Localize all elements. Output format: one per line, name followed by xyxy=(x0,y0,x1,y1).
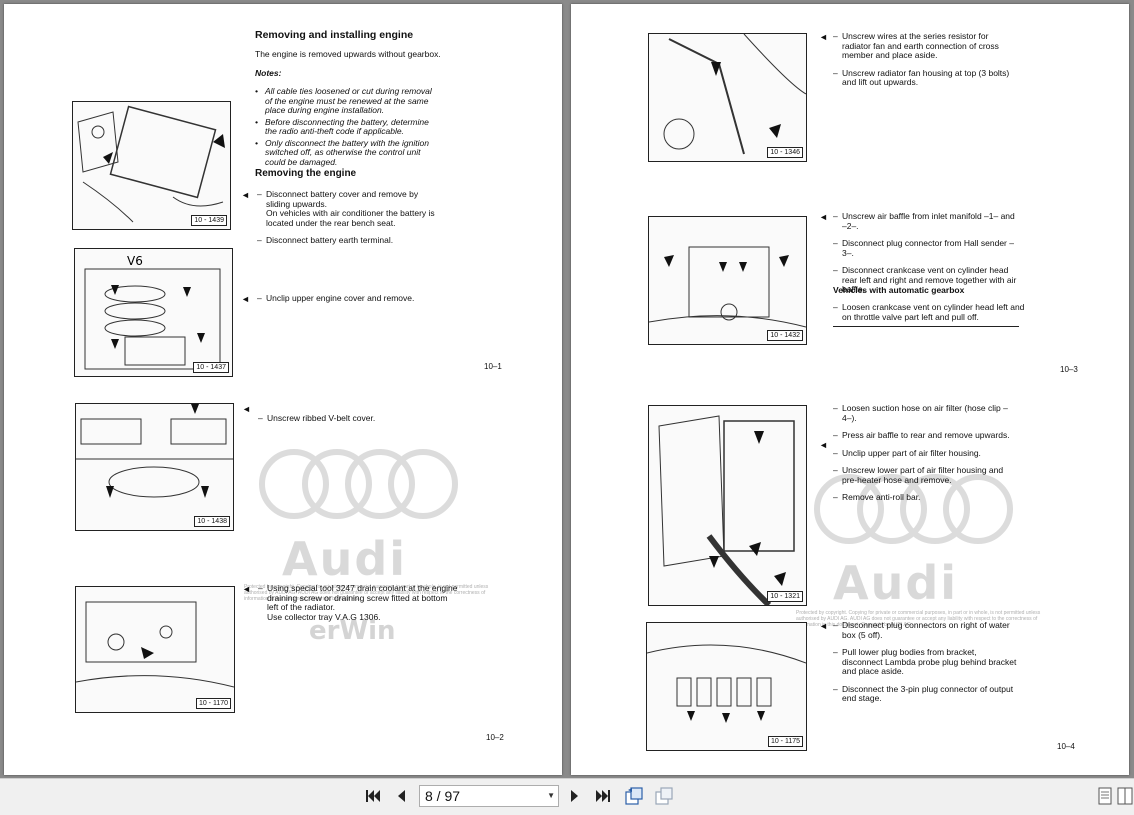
figure-label: 10 - 1439 xyxy=(191,215,227,226)
engine-illustration xyxy=(647,644,806,723)
arrow-icon: ◄ xyxy=(819,212,828,222)
figure-radiator-fan: 10 - 1346 xyxy=(648,33,807,162)
audi-watermark-text: Audi xyxy=(282,532,408,586)
arrow-icon: ◄ xyxy=(819,621,828,631)
step-item: Unclip upper engine cover and remove. xyxy=(257,293,450,304)
figure-label: 10 - 1175 xyxy=(767,736,803,747)
last-page-button[interactable] xyxy=(592,785,614,807)
notes-list: All cable ties loosened or cut during re… xyxy=(255,86,441,169)
arrow-icon: ◄ xyxy=(241,190,250,200)
step-item: Pull lower plug bodies from bracket, dis… xyxy=(833,647,1019,677)
figure-vbelt: 10 - 1438 xyxy=(75,403,234,531)
figure-label: 10 - 1170 xyxy=(195,698,231,709)
two-page-view-button[interactable] xyxy=(1114,785,1134,807)
arrow-icon: ◄ xyxy=(242,404,251,414)
figure-label: 10 - 1346 xyxy=(767,147,803,158)
note-item: All cable ties loosened or cut during re… xyxy=(255,86,441,116)
next-page-icon xyxy=(571,790,578,802)
note-item: Before disconnecting the battery, determ… xyxy=(255,117,441,137)
arrow-icon: ◄ xyxy=(241,294,250,304)
page-number-select[interactable]: 8 / 97 ▼ xyxy=(419,785,559,807)
single-page-view-button[interactable] xyxy=(1094,785,1116,807)
page-number: 10–2 xyxy=(486,733,504,742)
page-indicator: 8 / 97 xyxy=(425,788,461,804)
figure-label: 10 - 1432 xyxy=(767,330,803,341)
divider xyxy=(833,326,1019,327)
step-item: Press air baffle to rear and remove upwa… xyxy=(833,430,1019,441)
intro-text: The engine is removed upwards without ge… xyxy=(255,49,441,59)
step-list-air-filter: Loosen suction hose on air filter (hose … xyxy=(833,403,1019,503)
last-page-icon xyxy=(596,790,610,802)
step-item: On vehicles with air conditioner the bat… xyxy=(266,208,435,228)
audi-rings-watermark xyxy=(259,449,458,519)
page-number: 10–4 xyxy=(1057,742,1075,751)
figure-label: 10 - 1321 xyxy=(767,591,803,602)
arrow-icon: ◄ xyxy=(242,584,251,594)
step-item: Remove anti-roll bar. xyxy=(833,492,1019,503)
step-item: Unscrew air baffle from inlet manifold –… xyxy=(833,211,1019,231)
engine-illustration xyxy=(649,246,806,328)
chevron-down-icon: ▼ xyxy=(547,791,555,800)
rotate-page-icon xyxy=(625,787,643,805)
step-item: Using special tool 3247 drain coolant at… xyxy=(258,583,458,613)
prev-page-button[interactable] xyxy=(390,785,412,807)
step-item: Disconnect battery cover and remove by s… xyxy=(257,189,441,209)
engine-illustration xyxy=(77,105,225,223)
audi-watermark-text: Audi xyxy=(833,556,959,610)
step-item: Disconnect the 3-pin plug connector of o… xyxy=(833,684,1019,704)
step-item: Disconnect plug connectors on right of w… xyxy=(833,620,1019,640)
engine-illustration xyxy=(76,601,234,688)
figure-plug-connectors: 10 - 1175 xyxy=(646,622,807,751)
first-page-icon xyxy=(366,790,380,802)
step-list-manifold: Unscrew air baffle from inlet manifold –… xyxy=(833,211,1019,295)
fit-page-button[interactable] xyxy=(653,785,675,807)
viewer-toolbar: 8 / 97 ▼ xyxy=(0,778,1134,815)
figure-inlet-manifold: 10 - 1432 xyxy=(648,216,807,345)
step-item: Unscrew ribbed V-belt cover. xyxy=(258,413,451,424)
arrow-icon: ◄ xyxy=(819,440,828,450)
step-list-radiator: Unscrew wires at the series resistor for… xyxy=(833,31,1019,88)
section-title: Removing the engine xyxy=(255,168,357,179)
note-item: Only disconnect the battery with the ign… xyxy=(255,138,441,168)
fit-page-icon xyxy=(655,787,673,805)
step-item: Use collector tray V.A.G 1306. xyxy=(267,611,381,622)
engine-illustration: V6 xyxy=(84,254,221,370)
figure-label: 10 - 1438 xyxy=(194,516,230,527)
next-page-button[interactable] xyxy=(564,785,586,807)
first-page-button[interactable] xyxy=(362,785,384,807)
figure-label: 10 - 1437 xyxy=(193,362,229,373)
figure-coolant-drain: 10 - 1170 xyxy=(75,586,235,713)
step-list-battery: Disconnect battery cover and remove by s… xyxy=(257,189,441,246)
step-list-plugs: Disconnect plug connectors on right of w… xyxy=(833,620,1019,704)
step-item: Loosen suction hose on air filter (hose … xyxy=(833,403,1019,423)
step-item: Unclip upper part of air filter housing. xyxy=(833,448,1019,459)
step-item: Unscrew radiator fan housing at top (3 b… xyxy=(833,68,1019,88)
subheading: Vehicles with automatic gearbox xyxy=(833,285,965,295)
figure-air-filter: 10 - 1321 xyxy=(648,405,807,606)
step-item: Disconnect battery earth terminal. xyxy=(257,235,441,246)
engine-illustration xyxy=(663,34,806,155)
figure-engine-cover: V6 10 - 1437 xyxy=(74,248,233,377)
rotate-page-button[interactable] xyxy=(623,785,645,807)
prev-page-icon xyxy=(398,790,405,802)
two-page-view-icon xyxy=(1117,787,1133,805)
step-list-coolant: Using special tool 3247 drain coolant at… xyxy=(258,583,458,622)
engine-illustration xyxy=(76,404,233,498)
document-page-right: Audi Protected by copyright. Copying for… xyxy=(571,4,1129,775)
document-page-left: Audi erWin Protected by copyright. Copyi… xyxy=(4,4,562,775)
step-item: Unscrew wires at the series resistor for… xyxy=(833,31,1019,61)
notes-label: Notes: xyxy=(255,68,282,78)
single-page-view-icon xyxy=(1098,787,1112,805)
step-item: Loosen crankcase vent on cylinder head l… xyxy=(833,302,1028,322)
svg-text:V6: V6 xyxy=(127,254,143,268)
page-title: Removing and installing engine xyxy=(255,29,414,41)
engine-illustration xyxy=(658,415,795,605)
step-item: Unscrew lower part of air filter housing… xyxy=(833,465,1019,485)
step-item: Disconnect plug connector from Hall send… xyxy=(833,238,1019,258)
page-number: 10–1 xyxy=(484,362,502,371)
arrow-icon: ◄ xyxy=(819,32,828,42)
page-number: 10–3 xyxy=(1060,365,1078,374)
figure-battery: 10 - 1439 xyxy=(72,101,231,230)
